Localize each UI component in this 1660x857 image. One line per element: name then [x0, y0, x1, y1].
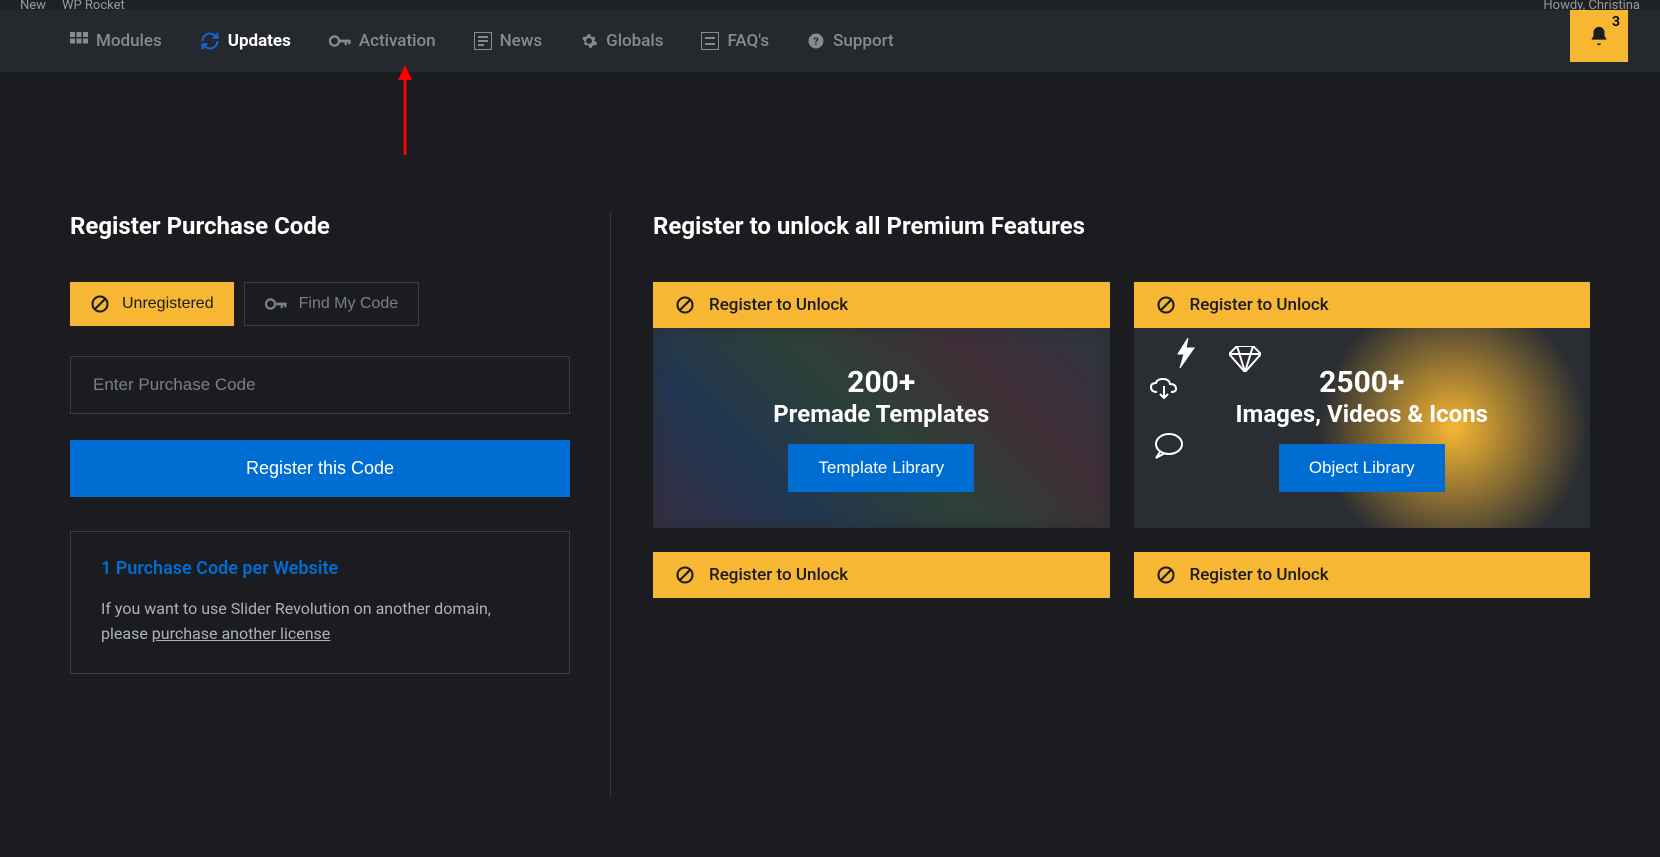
- unlock-label: Register to Unlock: [1190, 295, 1329, 315]
- nav-label: Modules: [96, 31, 162, 51]
- register-heading: Register Purchase Code: [70, 212, 570, 240]
- feature-card-objects: Register to Unlock 2500+ Images, Videos …: [1134, 282, 1591, 528]
- main-nav: Modules Updates Activation News Globals …: [0, 10, 1660, 72]
- modules-icon: [70, 32, 88, 50]
- wp-admin-bar: New WP Rocket Howdy, Christina: [0, 0, 1660, 10]
- feature-card-4: Register to Unlock: [1134, 552, 1591, 798]
- unregistered-badge[interactable]: Unregistered: [70, 282, 234, 326]
- nav-label: Globals: [606, 31, 663, 51]
- prohibit-icon: [675, 565, 695, 585]
- card-stat: 200+: [847, 365, 915, 400]
- unlock-bar: Register to Unlock: [1134, 282, 1591, 328]
- cloud-download-icon: [1149, 378, 1179, 400]
- notification-count: 3: [1612, 14, 1620, 30]
- gear-icon: [580, 32, 598, 50]
- card-stat: 2500+: [1319, 365, 1404, 400]
- unlock-bar: Register to Unlock: [653, 282, 1110, 328]
- diamond-icon: [1229, 346, 1261, 372]
- prohibit-icon: [1156, 565, 1176, 585]
- prohibit-icon: [1156, 295, 1176, 315]
- nav-news[interactable]: News: [474, 31, 543, 51]
- nav-faqs[interactable]: FAQ's: [701, 31, 769, 51]
- prohibit-icon: [675, 295, 695, 315]
- features-panel: Register to unlock all Premium Features …: [610, 212, 1590, 798]
- register-code-button[interactable]: Register this Code: [70, 440, 570, 497]
- news-icon: [474, 32, 492, 50]
- svg-text:?: ?: [814, 35, 819, 48]
- nav-activation[interactable]: Activation: [329, 31, 436, 51]
- feature-card-3: Register to Unlock: [653, 552, 1110, 798]
- unregistered-label: Unregistered: [122, 295, 214, 313]
- find-code-button[interactable]: Find My Code: [244, 282, 420, 326]
- refresh-icon: [200, 31, 220, 51]
- chat-icon: [1154, 433, 1184, 459]
- info-box: 1 Purchase Code per Website If you want …: [70, 531, 570, 674]
- register-panel: Register Purchase Code Unregistered Find…: [70, 212, 610, 798]
- prohibit-icon: [90, 294, 110, 314]
- feature-card-templates: Register to Unlock 200+ Premade Template…: [653, 282, 1110, 528]
- nav-globals[interactable]: Globals: [580, 31, 663, 51]
- key-icon: [265, 297, 287, 311]
- unlock-bar: Register to Unlock: [1134, 552, 1591, 598]
- card-title: Images, Videos & Icons: [1236, 400, 1488, 428]
- nav-updates[interactable]: Updates: [200, 31, 291, 51]
- purchase-license-link[interactable]: purchase another license: [152, 624, 330, 643]
- nav-label: Activation: [359, 31, 436, 51]
- info-text: If you want to use Slider Revolution on …: [101, 597, 539, 647]
- features-heading: Register to unlock all Premium Features: [653, 212, 1590, 240]
- nav-label: FAQ's: [727, 31, 769, 51]
- unlock-bar: Register to Unlock: [653, 552, 1110, 598]
- nav-label: News: [500, 31, 543, 51]
- faq-icon: [701, 32, 719, 50]
- bell-icon: [1588, 25, 1610, 47]
- purchase-code-input[interactable]: [70, 356, 570, 414]
- notification-button[interactable]: 3: [1570, 10, 1628, 62]
- nav-label: Support: [833, 31, 894, 51]
- unlock-label: Register to Unlock: [1190, 565, 1329, 585]
- template-library-button[interactable]: Template Library: [788, 444, 974, 492]
- key-icon: [329, 33, 351, 49]
- object-library-button[interactable]: Object Library: [1279, 444, 1445, 492]
- card-title: Premade Templates: [773, 400, 989, 428]
- nav-modules[interactable]: Modules: [70, 31, 162, 51]
- unlock-label: Register to Unlock: [709, 565, 848, 585]
- lightning-icon: [1174, 338, 1198, 368]
- unlock-label: Register to Unlock: [709, 295, 848, 315]
- nav-label: Updates: [228, 31, 291, 51]
- nav-support[interactable]: ? Support: [807, 31, 894, 51]
- help-icon: ?: [807, 32, 825, 50]
- info-title: 1 Purchase Code per Website: [101, 558, 539, 579]
- find-code-label: Find My Code: [299, 295, 399, 313]
